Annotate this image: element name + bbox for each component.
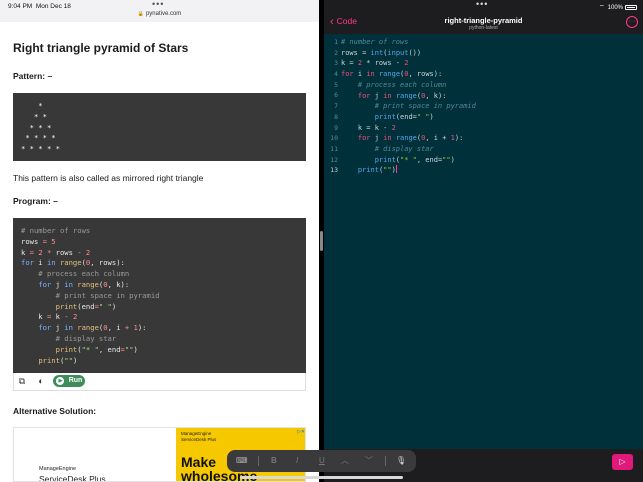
ad-headline-1: Make (181, 454, 217, 470)
code-line: # print space in pyramid (21, 290, 160, 300)
editor-code-line: for j in range(0, k): (357, 91, 447, 100)
more-options-button[interactable]: ··· (626, 16, 638, 28)
address-bar[interactable]: 🔒 pynative.com (0, 11, 319, 17)
battery-icon (625, 4, 637, 10)
browser-pane: 9:04 PM Mon Dec 18 ••• 🔒 pynative.com Rig… (0, 0, 319, 482)
editor-code-line: for i in range(0, rows): (341, 70, 443, 79)
page-title: Right triangle pyramid of Stars (13, 41, 189, 55)
split-handle[interactable] (320, 231, 323, 251)
line-number: 9 (334, 123, 338, 132)
code-line: for i in range(0, rows): (21, 258, 125, 268)
ad-brand: ManageEngine (39, 466, 77, 472)
line-number: 3 (334, 59, 338, 68)
line-number: 4 (334, 70, 338, 79)
editor-code-line: for j in range(0, i + 1): (357, 134, 464, 143)
file-title: right-triangle-pyramid (444, 16, 523, 25)
pattern-description: This pattern is also called as mirrored … (13, 173, 204, 183)
code-line: # display star (21, 333, 117, 343)
ad-close-icon[interactable]: ▷✕ (297, 429, 305, 435)
text-cursor (395, 165, 397, 174)
code-toolbar: ⧉ ◐ ▶ Run (13, 373, 306, 391)
line-number: 13 (330, 166, 338, 175)
play-icon: ▷ (619, 457, 626, 466)
editor-code-line: print("* ", end="") (374, 155, 455, 164)
browser-status-bar: 9:04 PM Mon Dec 18 ••• 🔒 pynative.com (0, 0, 319, 22)
chevron-up-icon[interactable]: ︿ (341, 455, 349, 467)
line-number: 2 (334, 48, 338, 57)
ad-small-brand: ManageEngine (181, 431, 212, 436)
bold-button[interactable]: B (271, 455, 277, 467)
editor-code-line: # number of rows (341, 38, 409, 46)
code-block: # number of rows rows = 5 k = 2 * rows -… (13, 218, 306, 373)
editor-code-line: k = k - 2 (341, 123, 396, 132)
theme-toggle-icon[interactable]: ◐ (36, 376, 46, 386)
play-icon: ▶ (56, 377, 64, 385)
editor-code-line: rows = int(input()) (341, 48, 422, 57)
multitasking-dots-icon[interactable]: ••• (152, 0, 164, 9)
code-line: k = 2 * rows - 2 (21, 247, 91, 257)
separator (385, 456, 386, 466)
status-time: 9:04 PM Mon Dec 18 (8, 3, 71, 10)
editor-code-line: k = 2 * rows - 2 (341, 59, 409, 68)
line-number: 10 (330, 134, 338, 143)
keyboard-icon[interactable]: ⌨ (236, 455, 248, 467)
wifi-icon: ⌔ (599, 5, 605, 11)
editor-code-line: # display star (374, 145, 434, 154)
code-editor[interactable]: 1 2 3 4 5 6 7 8 9 10 11 12 13 # number of rows rows … (324, 34, 643, 449)
line-number-gutter: 1 2 3 4 5 6 7 8 9 10 11 12 13 (324, 34, 338, 449)
run-code-button[interactable]: ▷ (612, 454, 633, 470)
program-label: Program: – (13, 196, 58, 206)
pattern-output-box: * * * * * * * * * * * * * * * (13, 93, 306, 161)
keyboard-shortcut-bar: ⌨ B I U ︿ ﹀ 🎙 (227, 450, 416, 472)
code-snippet[interactable]: # number of rows rows = 5 k = 2 * rows -… (21, 226, 159, 366)
lock-icon: 🔒 (137, 11, 144, 17)
editor-code-line: # process each column (357, 80, 447, 89)
ad-product: ServiceDesk Plus (39, 474, 106, 482)
code-line: for j in range(0, i + 1): (38, 323, 147, 333)
italic-button[interactable]: I (296, 455, 298, 467)
run-button[interactable]: ▶ Run (53, 375, 85, 387)
line-number: 11 (330, 144, 338, 153)
line-number: 12 (330, 155, 338, 164)
star-pattern: * * * * * * * * * * * * * * * (21, 101, 60, 154)
editor-code-line: # print space in pyramid (374, 102, 476, 111)
editor-pane: ••• ⌔ 100% ‹ Code right-triangle-pyramid p… (324, 0, 643, 482)
runtime-label: python-latest (469, 25, 498, 31)
pattern-label: Pattern: – (13, 71, 53, 81)
line-number: 5 (334, 80, 338, 89)
line-number: 8 (334, 112, 338, 121)
battery-status: ⌔ 100% (599, 3, 637, 11)
code-line: print(end=" ") (55, 301, 117, 311)
code-line: print("") (38, 355, 78, 365)
alternative-solution-label: Alternative Solution: (13, 406, 97, 416)
underline-button[interactable]: U (319, 455, 325, 467)
ad-small-product: ServiceDesk Plus (181, 437, 217, 442)
chevron-down-icon[interactable]: ﹀ (365, 455, 373, 467)
line-number: 6 (334, 91, 338, 100)
code-line: # number of rows (21, 226, 91, 235)
editor-code[interactable]: # number of rows rows = int(input()) k =… (341, 37, 476, 176)
home-indicator[interactable] (240, 476, 403, 479)
code-line: print("* ", end="") (55, 344, 138, 354)
separator (258, 456, 259, 466)
code-line: rows = 5 (21, 236, 56, 246)
code-line: k = k - 2 (21, 312, 78, 322)
editor-code-line: print(end=" ") (374, 112, 434, 121)
multitasking-dots-icon[interactable]: ••• (476, 0, 488, 9)
line-number: 1 (334, 38, 338, 46)
mic-icon[interactable]: 🎙 (396, 455, 406, 467)
code-line: # process each column (21, 269, 130, 279)
copy-icon[interactable]: ⧉ (17, 376, 27, 386)
code-line: for j in range(0, k): (38, 279, 130, 289)
line-number: 7 (334, 102, 338, 111)
editor-code-line: print("") (357, 165, 397, 175)
